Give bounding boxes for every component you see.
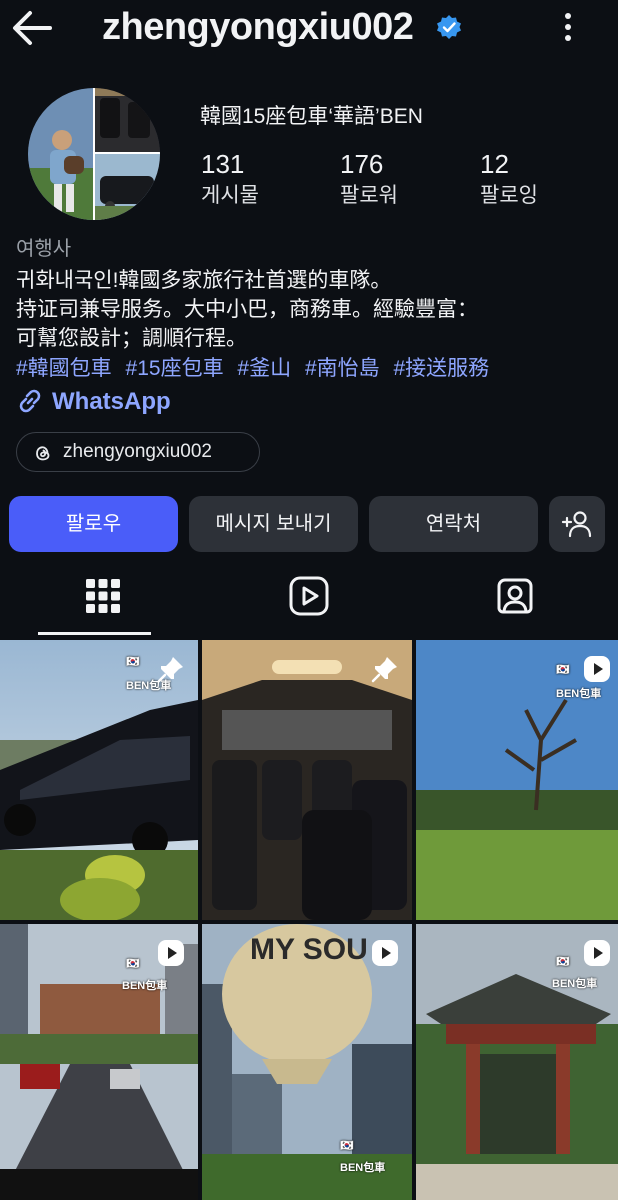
followers-count[interactable]: 176 팔로워: [340, 148, 398, 210]
verified-badge-icon: [437, 15, 461, 39]
profile-display-name: 韓國15座包車‘華語’BEN: [200, 105, 423, 128]
bio-line: 귀화내국인!韓國多家旅行社首選的車隊。: [16, 269, 392, 292]
whatsapp-link-label: WhatsApp: [52, 388, 171, 415]
tab-posts-grid[interactable]: [0, 566, 206, 636]
followers-count-value: 176: [340, 149, 384, 179]
profile-avatar[interactable]: [28, 88, 160, 220]
suggest-people-button[interactable]: [549, 496, 605, 552]
watermark-text: BEN包車: [340, 1162, 386, 1174]
posts-count-label: 게시물: [201, 184, 259, 207]
whatsapp-link[interactable]: WhatsApp: [16, 386, 171, 418]
reel-icon: [372, 940, 398, 966]
bio-line: 可幫您設計；調順行程。: [16, 327, 247, 350]
reel-icon: [584, 940, 610, 966]
contact-button[interactable]: 연락처: [369, 496, 538, 552]
post-thumbnail[interactable]: MY SOU 🇰🇷 BEN包車: [202, 924, 412, 1200]
post-thumbnail[interactable]: 🇰🇷 BEN包車: [416, 640, 618, 920]
hashtag-link[interactable]: #釜山: [237, 357, 291, 380]
posts-count[interactable]: 131 게시물: [201, 148, 259, 210]
message-button[interactable]: 메시지 보내기: [189, 496, 358, 552]
korea-flag: 🇰🇷: [340, 1140, 354, 1152]
posts-count-value: 131: [201, 149, 245, 179]
following-count[interactable]: 12 팔로잉: [480, 148, 538, 210]
follow-button[interactable]: 팔로우: [9, 496, 178, 552]
tab-tagged[interactable]: [412, 566, 618, 636]
reel-icon: [584, 656, 610, 682]
korea-flag: 🇰🇷: [126, 958, 140, 970]
arrow-left-icon[interactable]: [10, 8, 54, 48]
profile-category: 여행사: [16, 238, 72, 260]
reel-icon: [158, 940, 184, 966]
pin-icon: [157, 657, 183, 683]
profile-username: zhengyongxiu002: [102, 6, 414, 48]
hashtag-link[interactable]: #15座包車: [126, 357, 224, 380]
threads-icon: [36, 446, 50, 461]
watermark-text: BEN包車: [556, 688, 602, 700]
tab-reels[interactable]: [206, 566, 412, 636]
post-thumbnail[interactable]: 🇰🇷 BEN包車: [416, 924, 618, 1200]
hashtag-link[interactable]: #韓國包車: [16, 357, 112, 380]
korea-flag: 🇰🇷: [556, 956, 570, 968]
reels-icon: [289, 576, 329, 616]
post-thumbnail[interactable]: 🇰🇷 BEN包車: [0, 924, 198, 1200]
profile-tabs: [0, 566, 618, 636]
top-bar: zhengyongxiu002: [0, 0, 618, 56]
selected-tab-indicator: [38, 632, 151, 635]
following-count-label: 팔로잉: [480, 184, 538, 207]
korea-flag: 🇰🇷: [126, 656, 140, 668]
more-vertical-icon[interactable]: [556, 10, 580, 44]
add-person-icon: [561, 511, 592, 538]
threads-handle: zhengyongxiu002: [63, 441, 212, 462]
post-thumbnail[interactable]: 🇰🇷 BEN包車: [0, 640, 198, 920]
tagged-icon: [497, 578, 533, 614]
watermark-text: BEN包車: [122, 980, 168, 992]
korea-flag: 🇰🇷: [556, 664, 570, 676]
link-icon: [19, 389, 41, 412]
post-thumbnail[interactable]: [202, 640, 412, 920]
hashtag-link[interactable]: #南怡島: [305, 357, 380, 380]
bio-line: 持证司兼导服务。大中小巴，商務車。經驗豐富：: [16, 298, 478, 321]
following-count-value: 12: [480, 149, 509, 179]
followers-count-label: 팔로워: [340, 184, 398, 207]
balloon-text: MY SOU: [250, 933, 368, 966]
hashtag-link[interactable]: #接送服務: [393, 357, 489, 380]
profile-bio: 귀화내국인!韓國多家旅行社首選的車隊。 持证司兼导服务。大中小巴，商務車。經驗豐…: [16, 266, 606, 353]
pin-icon: [371, 657, 397, 683]
watermark-text: BEN包車: [552, 978, 598, 990]
threads-profile-chip[interactable]: zhengyongxiu002: [16, 432, 260, 472]
posts-grid: 🇰🇷 BEN包車 🇰🇷 BEN包車 🇰🇷 BEN包車 MY SOU 🇰🇷 BEN…: [0, 640, 618, 1200]
bio-hashtags: #韓國包車 #15座包車 #釜山 #南怡島 #接送服務: [16, 354, 497, 383]
grid-icon: [86, 579, 120, 613]
